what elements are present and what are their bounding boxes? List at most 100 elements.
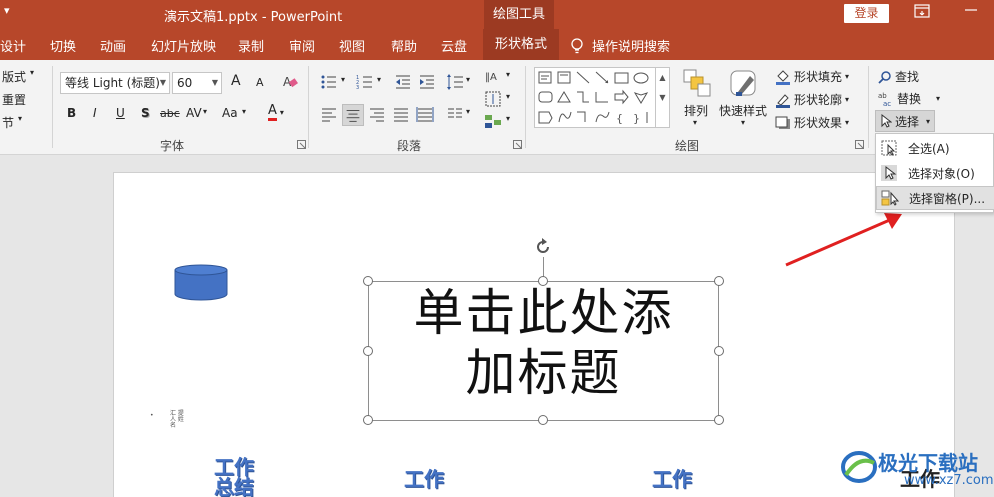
character-spacing-button[interactable]: AV [186,106,202,120]
pen-icon [776,93,790,108]
line-spacing-icon[interactable] [446,73,464,91]
text-direction-icon[interactable]: ‖A [484,68,502,86]
columns-icon[interactable] [446,105,464,123]
shapes-gallery-icons[interactable]: { } [535,68,655,127]
underline-button[interactable]: U [116,106,125,120]
tab-cloud[interactable]: 云盘 [441,36,467,55]
watermark-brand: 极光下载站 [878,451,978,475]
resize-handle-right[interactable] [714,346,724,356]
wordart-text-2[interactable]: 工作 [404,469,444,489]
text-shadow-button[interactable]: S [141,106,150,120]
dialog-launcher-icon[interactable] [297,140,306,149]
font-size-combobox[interactable]: 60 ▼ [172,72,222,94]
menu-item-select-objects[interactable]: 选择对象(O) [876,161,994,185]
resize-handle-left[interactable] [363,346,373,356]
align-center-icon[interactable] [342,104,364,126]
dialog-launcher-icon[interactable] [855,140,864,149]
font-name-combobox[interactable]: 等线 Light (标题) ▼ [60,72,170,94]
tab-design[interactable]: 设计 [0,36,26,55]
tab-record[interactable]: 录制 [238,36,264,55]
group-divider [308,66,309,148]
italic-button[interactable]: I [93,106,97,120]
resize-handle-bottom-left[interactable] [363,415,373,425]
grow-font-button[interactable]: A [231,73,241,89]
tab-help[interactable]: 帮助 [391,36,417,55]
tab-shape-format[interactable]: 形状格式 [483,29,560,60]
arrange-icon[interactable] [682,68,712,98]
select-all-icon [881,140,897,156]
quick-access-dropdown[interactable]: ▾ [4,4,10,17]
svg-text:{: { [616,112,623,125]
section-button[interactable]: 节 [2,114,14,131]
replace-icon: ab ac [878,92,891,107]
strikethrough-button[interactable]: abc [160,107,180,120]
menu-item-select-all[interactable]: 全选(A) [876,136,994,160]
scroll-down-icon[interactable]: ▼ [656,88,669,108]
decrease-indent-icon[interactable] [394,73,412,91]
tab-slideshow[interactable]: 幻灯片放映 [151,36,216,55]
shape-outline-button[interactable]: 形状轮廓 ▾ [775,91,849,108]
align-left-icon[interactable] [320,105,338,123]
align-right-icon[interactable] [368,105,386,123]
cylinder-shape[interactable] [174,264,228,302]
chevron-down-icon: ▾ [693,118,698,127]
replace-button[interactable]: ab ac 替换 ▾ [878,90,940,107]
menu-item-selection-pane[interactable]: 选择窗格(P)... [876,186,994,210]
quick-styles-button[interactable]: 快速样式 [719,102,767,119]
watermark-url: www.xz7.com [904,473,994,488]
login-button[interactable]: 登录 [844,4,889,23]
title-placeholder[interactable]: 单击此处添 加标题 [368,283,719,403]
svg-text:ab: ab [878,92,887,100]
group-divider [868,66,869,148]
shape-effects-icon [775,116,790,129]
font-color-button[interactable]: A ▾ [268,104,284,121]
tab-review[interactable]: 审阅 [289,36,315,55]
shapes-gallery[interactable]: { } [534,67,656,128]
shape-effects-button[interactable]: 形状效果 ▾ [775,114,849,131]
tab-view[interactable]: 视图 [339,36,365,55]
tiny-vertical-text[interactable]: 汇 提 人 姓 名 [170,411,184,429]
shape-effects-label: 形状效果 [794,116,843,130]
shapes-gallery-scroll[interactable]: ▲ ▼ [656,67,670,128]
scroll-up-icon[interactable]: ▲ [656,68,669,88]
arrange-button[interactable]: 排列 [684,102,708,119]
find-label: 查找 [895,70,920,84]
chevron-down-icon: ▾ [926,116,931,126]
find-button[interactable]: 查找 [878,68,919,85]
chevron-down-icon: ▾ [466,75,471,84]
bold-button[interactable]: B [67,106,76,120]
increase-indent-icon[interactable] [418,73,436,91]
dialog-launcher-icon[interactable] [513,140,522,149]
resize-handle-top-left[interactable] [363,276,373,286]
resize-handle-top[interactable] [538,276,548,286]
resize-handle-bottom[interactable] [538,415,548,425]
resize-handle-top-right[interactable] [714,276,724,286]
tab-animations[interactable]: 动画 [100,36,126,55]
wordart-text-1[interactable]: 工作 总结 [214,457,254,497]
quick-styles-icon[interactable] [728,68,760,100]
tell-me-search[interactable]: 操作说明搜索 [570,36,670,55]
shrink-font-button[interactable]: A [256,76,264,89]
select-button[interactable]: 选择 ▾ [875,110,936,132]
shape-fill-button[interactable]: 形状填充 ▾ [775,68,849,85]
resize-handle-bottom-right[interactable] [714,415,724,425]
numbering-icon[interactable]: 123 [356,73,374,91]
clear-formatting-icon[interactable]: A [281,73,299,91]
font-name-value: 等线 Light (标题) [65,76,160,90]
convert-to-smartart-icon[interactable] [484,112,502,130]
bullets-icon[interactable] [320,73,338,91]
change-case-button[interactable]: Aa [222,106,238,120]
shape-fill-label: 形状填充 [794,70,843,84]
ribbon-display-options-icon[interactable] [914,4,930,18]
tab-transitions[interactable]: 切换 [50,36,76,55]
rotate-handle-icon[interactable] [533,237,553,257]
justify-icon[interactable] [392,105,410,123]
minimize-icon[interactable] [964,2,978,18]
chevron-down-icon: ▾ [741,118,746,127]
ribbon-tab-bar: 设计 切换 动画 幻灯片放映 录制 审阅 视图 帮助 云盘 形状格式 操作说明搜… [0,29,994,60]
align-text-icon[interactable] [484,90,502,108]
reset-button[interactable]: 重置 [2,91,26,108]
layout-button[interactable]: 版式 [2,68,26,85]
distributed-icon[interactable] [416,105,434,123]
wordart-text-3[interactable]: 工作 [652,469,692,489]
